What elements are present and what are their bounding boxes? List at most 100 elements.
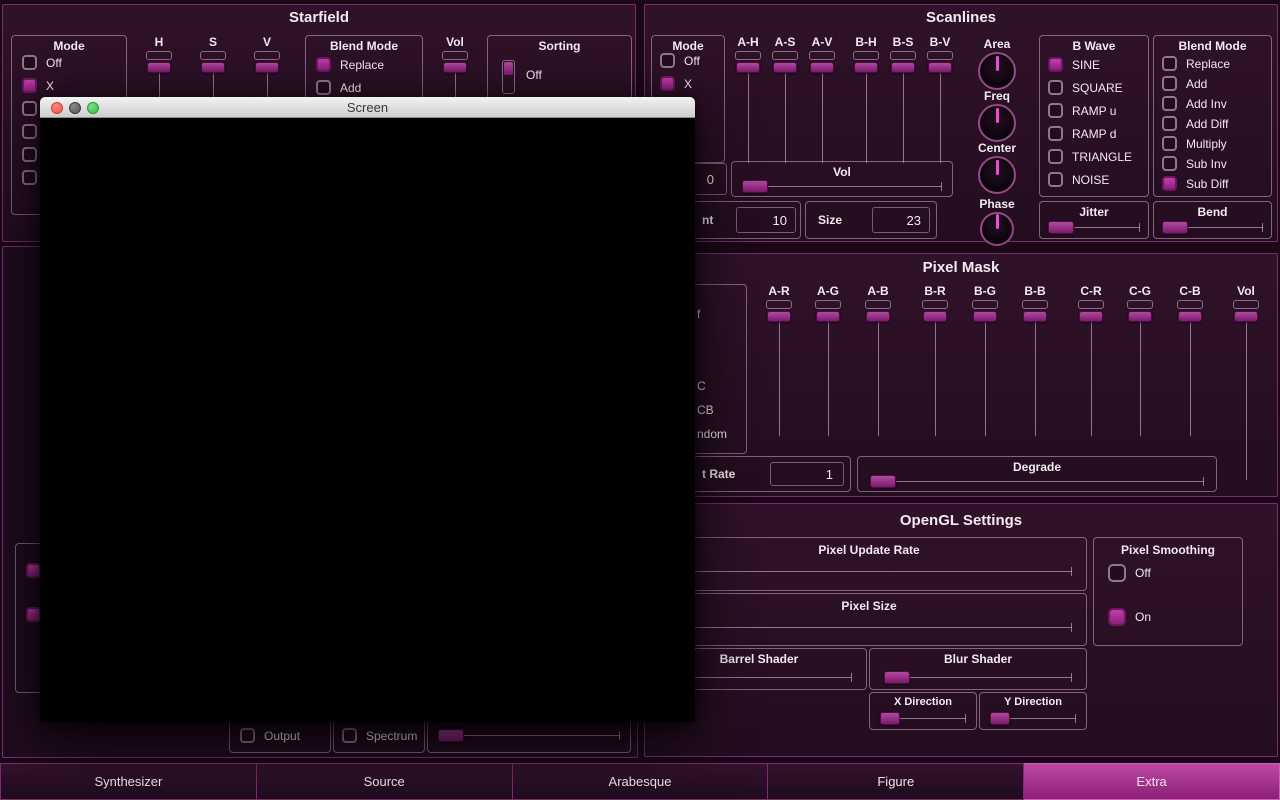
slider-handle[interactable] — [973, 311, 997, 322]
slider-c-g[interactable]: C-G — [1120, 284, 1160, 442]
slider-a-v[interactable]: A-V — [803, 35, 841, 169]
mode-checkbox[interactable] — [660, 76, 675, 91]
blend-option[interactable]: Replace — [1162, 55, 1230, 72]
bwave-option[interactable]: NOISE — [1048, 171, 1109, 188]
slider-handle[interactable] — [773, 62, 797, 73]
scanlines-vol-slider[interactable] — [742, 178, 942, 194]
hidden-option[interactable] — [26, 562, 41, 579]
mode-option[interactable]: X — [22, 77, 54, 94]
slider-handle[interactable] — [816, 311, 840, 322]
slider-handle[interactable] — [1178, 311, 1202, 322]
blend-checkbox[interactable] — [1162, 136, 1177, 151]
slider-c-b[interactable]: C-B — [1170, 284, 1210, 442]
slider-handle[interactable] — [1023, 311, 1047, 322]
mode-option[interactable]: Off — [660, 52, 700, 69]
blend-checkbox[interactable] — [316, 57, 331, 72]
slider-b-h[interactable]: B-H — [847, 35, 885, 169]
hidden-checkbox[interactable] — [26, 607, 41, 622]
window-titlebar[interactable]: Screen — [40, 97, 695, 118]
slider-a-g[interactable]: A-G — [808, 284, 848, 442]
tab-synthesizer[interactable]: Synthesizer — [0, 763, 257, 800]
blend-checkbox[interactable] — [1162, 96, 1177, 111]
knob-freq[interactable]: Freq — [973, 89, 1021, 142]
slider-handle[interactable] — [1128, 311, 1152, 322]
knob-phase[interactable]: Phase — [973, 197, 1021, 246]
degrade-slider[interactable] — [870, 473, 1204, 489]
blend-checkbox[interactable] — [1162, 116, 1177, 131]
slider-mask-vol[interactable]: Vol — [1226, 284, 1266, 486]
slider-handle[interactable] — [443, 62, 467, 73]
bwave-option[interactable]: RAMP u — [1048, 102, 1116, 119]
sorting-toggle-handle[interactable] — [504, 62, 513, 75]
blend-option[interactable]: Sub Diff — [1162, 175, 1228, 192]
blend-option[interactable]: Multiply — [1162, 135, 1227, 152]
mode-checkbox[interactable] — [22, 101, 37, 116]
mode-checkbox[interactable] — [22, 55, 37, 70]
slider-handle[interactable] — [201, 62, 225, 73]
smoothing-option-on[interactable]: On — [1108, 608, 1151, 625]
slider-handle[interactable] — [438, 729, 464, 742]
blend-option[interactable]: Add Diff — [1162, 115, 1228, 132]
slider-b-g[interactable]: B-G — [965, 284, 1005, 442]
knob-center[interactable]: Center — [973, 141, 1021, 194]
mode-option[interactable]: X — [660, 75, 692, 92]
bwave-option[interactable]: SQUARE — [1048, 79, 1123, 96]
spectrum-option[interactable]: Spectrum — [342, 727, 417, 744]
slider-handle[interactable] — [1234, 311, 1258, 322]
mode-option[interactable]: Off — [22, 54, 62, 71]
smoothing-on-checkbox[interactable] — [1108, 608, 1126, 626]
bwave-checkbox[interactable] — [1048, 149, 1063, 164]
rate-value[interactable]: 1 — [770, 462, 844, 486]
slider-b-v[interactable]: B-V — [921, 35, 959, 169]
output-checkbox[interactable] — [240, 728, 255, 743]
slider-handle[interactable] — [147, 62, 171, 73]
slider-handle[interactable] — [884, 671, 910, 684]
blend-checkbox[interactable] — [1162, 176, 1177, 191]
y-direction-slider[interactable] — [990, 710, 1076, 726]
slider-handle[interactable] — [742, 180, 768, 193]
blur-shader-slider[interactable] — [884, 668, 1072, 686]
blend-option[interactable]: Add Inv — [1162, 95, 1227, 112]
tab-figure[interactable]: Figure — [768, 763, 1024, 800]
bwave-option[interactable]: TRIANGLE — [1048, 148, 1132, 165]
slider-handle[interactable] — [736, 62, 760, 73]
blend-checkbox[interactable] — [316, 80, 331, 95]
slider-handle[interactable] — [767, 311, 791, 322]
bwave-checkbox[interactable] — [1048, 57, 1063, 72]
slider-c-r[interactable]: C-R — [1071, 284, 1111, 442]
slider-b-s[interactable]: B-S — [884, 35, 922, 169]
sorting-toggle[interactable] — [502, 60, 515, 94]
slider-handle[interactable] — [255, 62, 279, 73]
slider-a-b[interactable]: A-B — [858, 284, 898, 442]
blend-option[interactable]: Sub Inv — [1162, 155, 1227, 172]
slider-b-b[interactable]: B-B — [1015, 284, 1055, 442]
slider-handle[interactable] — [866, 311, 890, 322]
slider-handle[interactable] — [1162, 221, 1188, 234]
output-slider[interactable] — [438, 727, 620, 743]
tab-extra[interactable]: Extra — [1024, 763, 1280, 800]
slider-handle[interactable] — [928, 62, 952, 73]
bwave-option[interactable]: SINE — [1048, 56, 1100, 73]
tab-arabesque[interactable]: Arabesque — [513, 763, 769, 800]
knob-dial[interactable] — [978, 52, 1016, 90]
knob-dial[interactable] — [980, 212, 1014, 246]
output-option[interactable]: Output — [240, 727, 300, 744]
tab-source[interactable]: Source — [257, 763, 513, 800]
blend-option[interactable]: Replace — [316, 56, 384, 73]
slider-a-s[interactable]: A-S — [766, 35, 804, 169]
knob-dial[interactable] — [978, 156, 1016, 194]
bend-slider[interactable] — [1162, 219, 1263, 235]
slider-handle[interactable] — [870, 475, 896, 488]
pixel-size-slider[interactable] — [666, 618, 1072, 636]
size-value[interactable]: 23 — [872, 207, 930, 233]
knob-area[interactable]: Area — [973, 37, 1021, 90]
mode-checkbox[interactable] — [660, 53, 675, 68]
bwave-option[interactable]: RAMP d — [1048, 125, 1116, 142]
slider-handle[interactable] — [854, 62, 878, 73]
slider-handle[interactable] — [810, 62, 834, 73]
bwave-checkbox[interactable] — [1048, 172, 1063, 187]
bwave-checkbox[interactable] — [1048, 103, 1063, 118]
jitter-slider[interactable] — [1048, 219, 1140, 235]
pixel-update-rate-slider[interactable] — [666, 562, 1072, 580]
x-direction-slider[interactable] — [880, 710, 966, 726]
